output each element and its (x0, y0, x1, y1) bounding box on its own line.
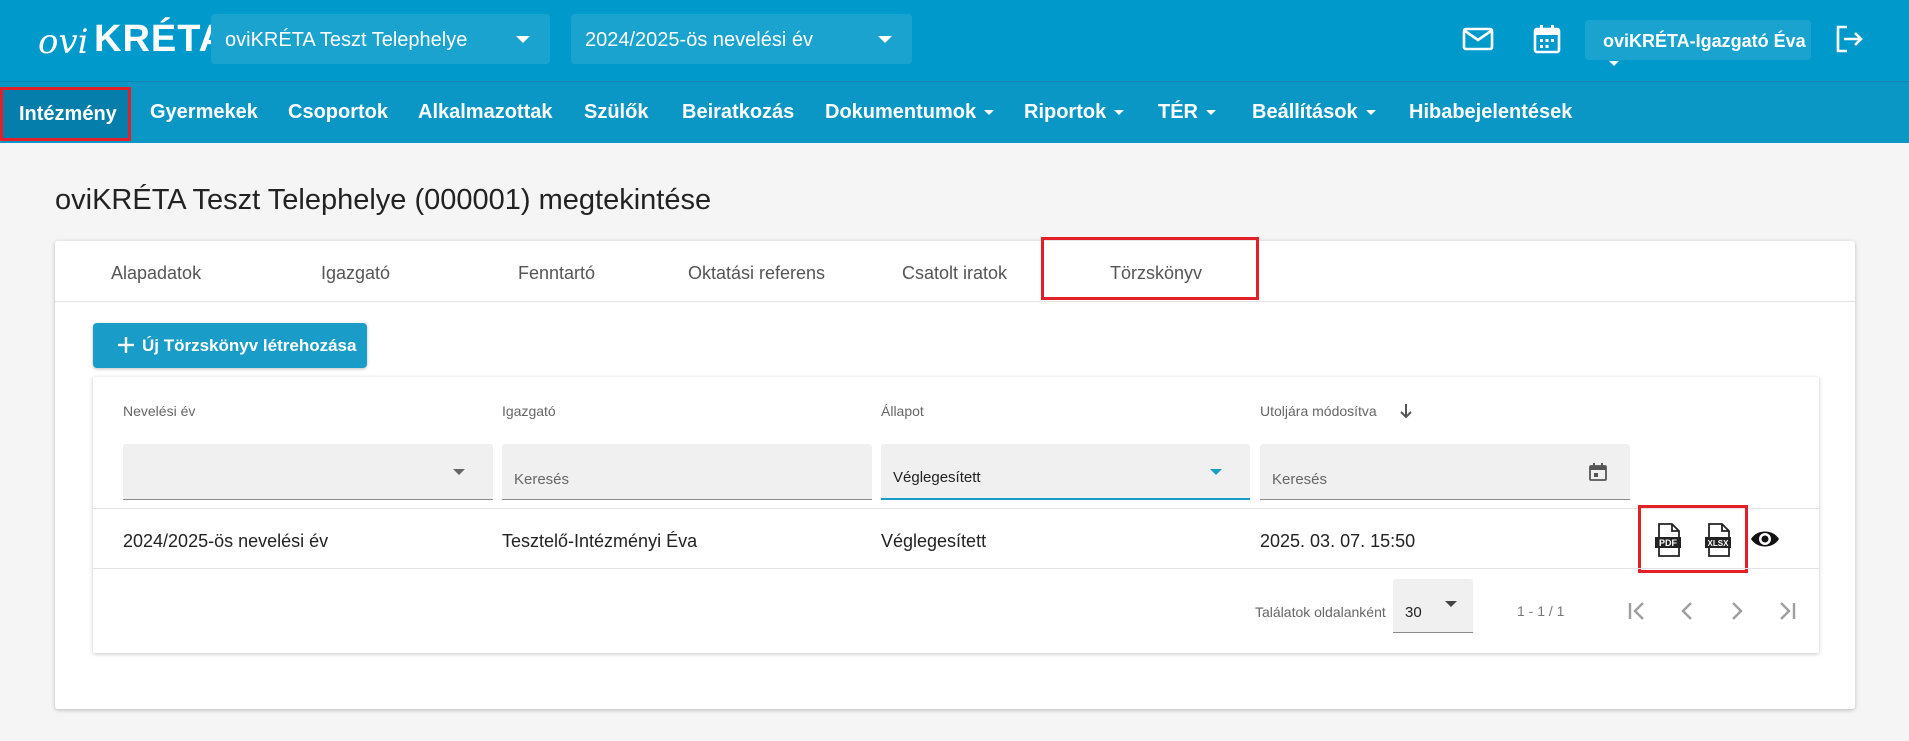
modified-search-input[interactable] (1260, 444, 1630, 499)
xlsx-icon-label: XLSX (1708, 539, 1730, 548)
tab-fenntarto[interactable]: Fenntartó (518, 263, 595, 284)
year-filter-select[interactable] (123, 444, 493, 500)
calendar-icon[interactable] (1530, 22, 1564, 56)
per-page-value: 30 (1405, 604, 1422, 621)
per-page-label: Találatok oldalanként (1255, 604, 1386, 620)
chevron-down-icon (453, 469, 465, 475)
modified-filter (1260, 444, 1630, 500)
logo-main: KRÉTA (94, 18, 228, 60)
row-divider (93, 568, 1819, 569)
director-filter (502, 444, 872, 500)
eye-view-icon[interactable] (1750, 528, 1780, 550)
new-torzskonyv-label: Új Törzskönyv létrehozása (142, 336, 357, 355)
nav-item-label: Hibabejelentések (1409, 101, 1573, 123)
user-menu-button[interactable]: oviKRÉTA-Igazgató Éva (1585, 20, 1811, 66)
nav-item-label: Gyermekek (150, 101, 258, 123)
nav-item-dokumentumok[interactable]: Dokumentumok (825, 82, 995, 143)
year-select-value: 2024/2025-ös nevelési év (585, 29, 813, 51)
nav-item-beiratkozas[interactable]: Beiratkozás (682, 82, 794, 143)
column-header-year[interactable]: Nevelési év (123, 403, 195, 419)
page-range: 1 - 1 / 1 (1517, 603, 1565, 619)
column-header-modified[interactable]: Utoljára módosítva (1260, 403, 1377, 419)
nav-item-gyermekek[interactable]: Gyermekek (150, 82, 258, 143)
first-page-icon[interactable] (1621, 595, 1653, 627)
user-name: oviKRÉTA-Igazgató Éva (1603, 31, 1806, 51)
pdf-download-icon[interactable]: PDF (1654, 523, 1682, 557)
chevron-down-icon (1210, 469, 1222, 475)
cell-modified: 2025. 03. 07. 15:50 (1260, 531, 1416, 551)
nav-item-riportok[interactable]: Riportok (1024, 82, 1125, 143)
nav-item-label: Csoportok (288, 101, 388, 123)
chevron-down-icon (1114, 110, 1125, 116)
site-select-value: oviKRÉTA Teszt Telephelye (225, 29, 468, 51)
main-nav: Intézmény Gyermekek Csoportok Alkalmazot… (0, 81, 1909, 143)
detail-card: Alapadatok Igazgató Fenntartó Oktatási r… (55, 237, 1855, 709)
next-page-icon[interactable] (1721, 595, 1753, 627)
director-search-input[interactable] (502, 444, 872, 499)
chevron-down-icon (1365, 110, 1376, 116)
nav-item-label: Alkalmazottak (418, 101, 553, 123)
nav-item-beallitasok[interactable]: Beállítások (1252, 82, 1376, 143)
nav-item-label: Dokumentumok (825, 101, 977, 123)
per-page-select[interactable]: 30 (1393, 579, 1473, 633)
tabs-divider (55, 301, 1855, 302)
status-filter-select[interactable]: Véglegesített (881, 444, 1250, 500)
nav-item-szulok[interactable]: Szülők (584, 82, 648, 143)
sort-arrow-down-icon[interactable] (1398, 402, 1414, 420)
previous-page-icon[interactable] (1671, 595, 1703, 627)
year-select[interactable]: 2024/2025-ös nevelési év (571, 14, 912, 64)
nav-item-label: Riportok (1024, 101, 1107, 123)
nav-item-hibabejelentesek[interactable]: Hibabejelentések (1409, 82, 1572, 143)
logout-icon[interactable] (1832, 22, 1866, 56)
tab-igazgato[interactable]: Igazgató (321, 263, 390, 284)
torzskonyv-grid: Nevelési év Igazgató Állapot Utoljára mó… (93, 377, 1819, 653)
status-filter-value: Véglegesített (893, 469, 981, 486)
column-header-director[interactable]: Igazgató (502, 403, 556, 419)
tab-csatolt-iratok[interactable]: Csatolt iratok (902, 263, 1007, 284)
cell-year: 2024/2025-ös nevelési év (123, 531, 329, 551)
okreta-logo[interactable]: ovi KRÉTA (38, 14, 226, 66)
column-header-status[interactable]: Állapot (881, 403, 924, 419)
top-bar: ovi KRÉTA oviKRÉTA Teszt Telephelye 2024… (0, 0, 1909, 81)
cell-director: Tesztelő-Intézményi Éva (502, 531, 698, 551)
chevron-down-icon (984, 110, 995, 116)
row-divider (93, 508, 1819, 509)
pdf-icon-label: PDF (1659, 538, 1678, 548)
calendar-icon[interactable] (1588, 462, 1608, 482)
chevron-down-icon (516, 36, 530, 43)
nav-item-label: Beiratkozás (682, 101, 795, 123)
page-title: oviKRÉTA Teszt Telephelye (000001) megte… (55, 184, 712, 216)
xlsx-download-icon[interactable]: XLSX (1704, 523, 1732, 557)
chevron-down-icon (1206, 110, 1216, 116)
nav-item-label: Beállítások (1252, 101, 1358, 123)
nav-item-label: Szülők (584, 101, 649, 123)
chevron-down-icon (1445, 601, 1457, 607)
nav-item-csoportok[interactable]: Csoportok (288, 82, 388, 143)
chevron-down-icon (1609, 60, 1619, 66)
tab-torzskonyv[interactable]: Törzskönyv (1110, 263, 1202, 284)
chevron-down-icon (878, 36, 892, 43)
cell-status: Véglegesített (881, 531, 987, 551)
plus-icon (118, 337, 134, 353)
logo-prefix: ovi (38, 22, 89, 62)
last-page-icon[interactable] (1771, 595, 1803, 627)
nav-item-label: TÉR (1158, 101, 1198, 123)
nav-item-label: Intézmény (19, 103, 117, 125)
site-select[interactable]: oviKRÉTA Teszt Telephelye (211, 14, 550, 64)
nav-item-alkalmazottak[interactable]: Alkalmazottak (418, 82, 553, 143)
nav-item-ter[interactable]: TÉR (1158, 82, 1216, 143)
mail-icon[interactable] (1461, 22, 1495, 56)
tab-alapadatok[interactable]: Alapadatok (111, 263, 201, 284)
nav-item-intezmeny[interactable]: Intézmény (0, 87, 131, 141)
tab-oktatasi-referens[interactable]: Oktatási referens (688, 263, 825, 284)
new-torzskonyv-button[interactable]: Új Törzskönyv létrehozása (93, 323, 367, 368)
